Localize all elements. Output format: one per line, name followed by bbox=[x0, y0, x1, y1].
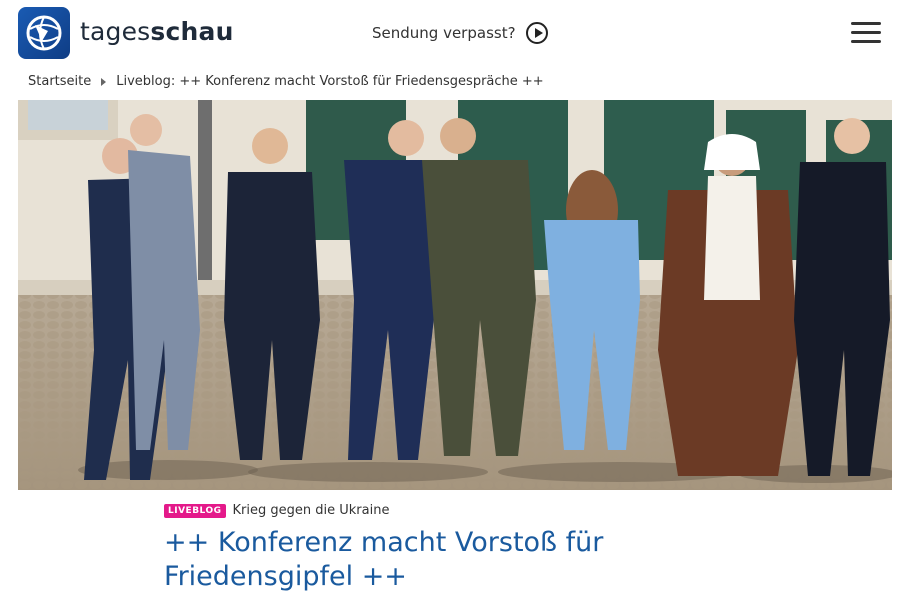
sendung-label: Sendung verpasst? bbox=[372, 24, 516, 42]
breadcrumb-home-link[interactable]: Startseite bbox=[28, 74, 91, 89]
play-circle-icon bbox=[525, 22, 548, 44]
sendung-verpasst-link[interactable]: Sendung verpasst? bbox=[372, 20, 548, 46]
breadcrumb: Startseite Liveblog: ++ Konferenz macht … bbox=[28, 74, 544, 89]
article-headline: ++ Konferenz macht Vorstoß für Friedensg… bbox=[164, 526, 684, 594]
brand-light: tages bbox=[80, 17, 151, 46]
triangle-right-icon bbox=[101, 77, 107, 86]
breadcrumb-current-link[interactable]: Liveblog: ++ Konferenz macht Vorstoß für… bbox=[116, 74, 543, 89]
brand-bold: schau bbox=[150, 17, 234, 46]
liveblog-badge: LIVEBLOG bbox=[164, 503, 226, 518]
article-kicker: LIVEBLOG Krieg gegen die Ukraine bbox=[164, 503, 389, 518]
brand-wordmark[interactable]: tagesschau bbox=[80, 17, 234, 46]
site-header: tagesschau Sendung verpasst? bbox=[0, 0, 900, 66]
hero-photo-illustration bbox=[18, 100, 892, 490]
tagesschau-logo-icon[interactable] bbox=[18, 7, 70, 59]
article-topline: Krieg gegen die Ukraine bbox=[232, 503, 390, 518]
headline-line-2: Friedensgipfel ++ bbox=[164, 561, 407, 592]
hero-image bbox=[18, 100, 892, 490]
headline-line-1: ++ Konferenz macht Vorstoß für bbox=[164, 527, 604, 558]
hamburger-menu-icon[interactable] bbox=[851, 22, 881, 44]
